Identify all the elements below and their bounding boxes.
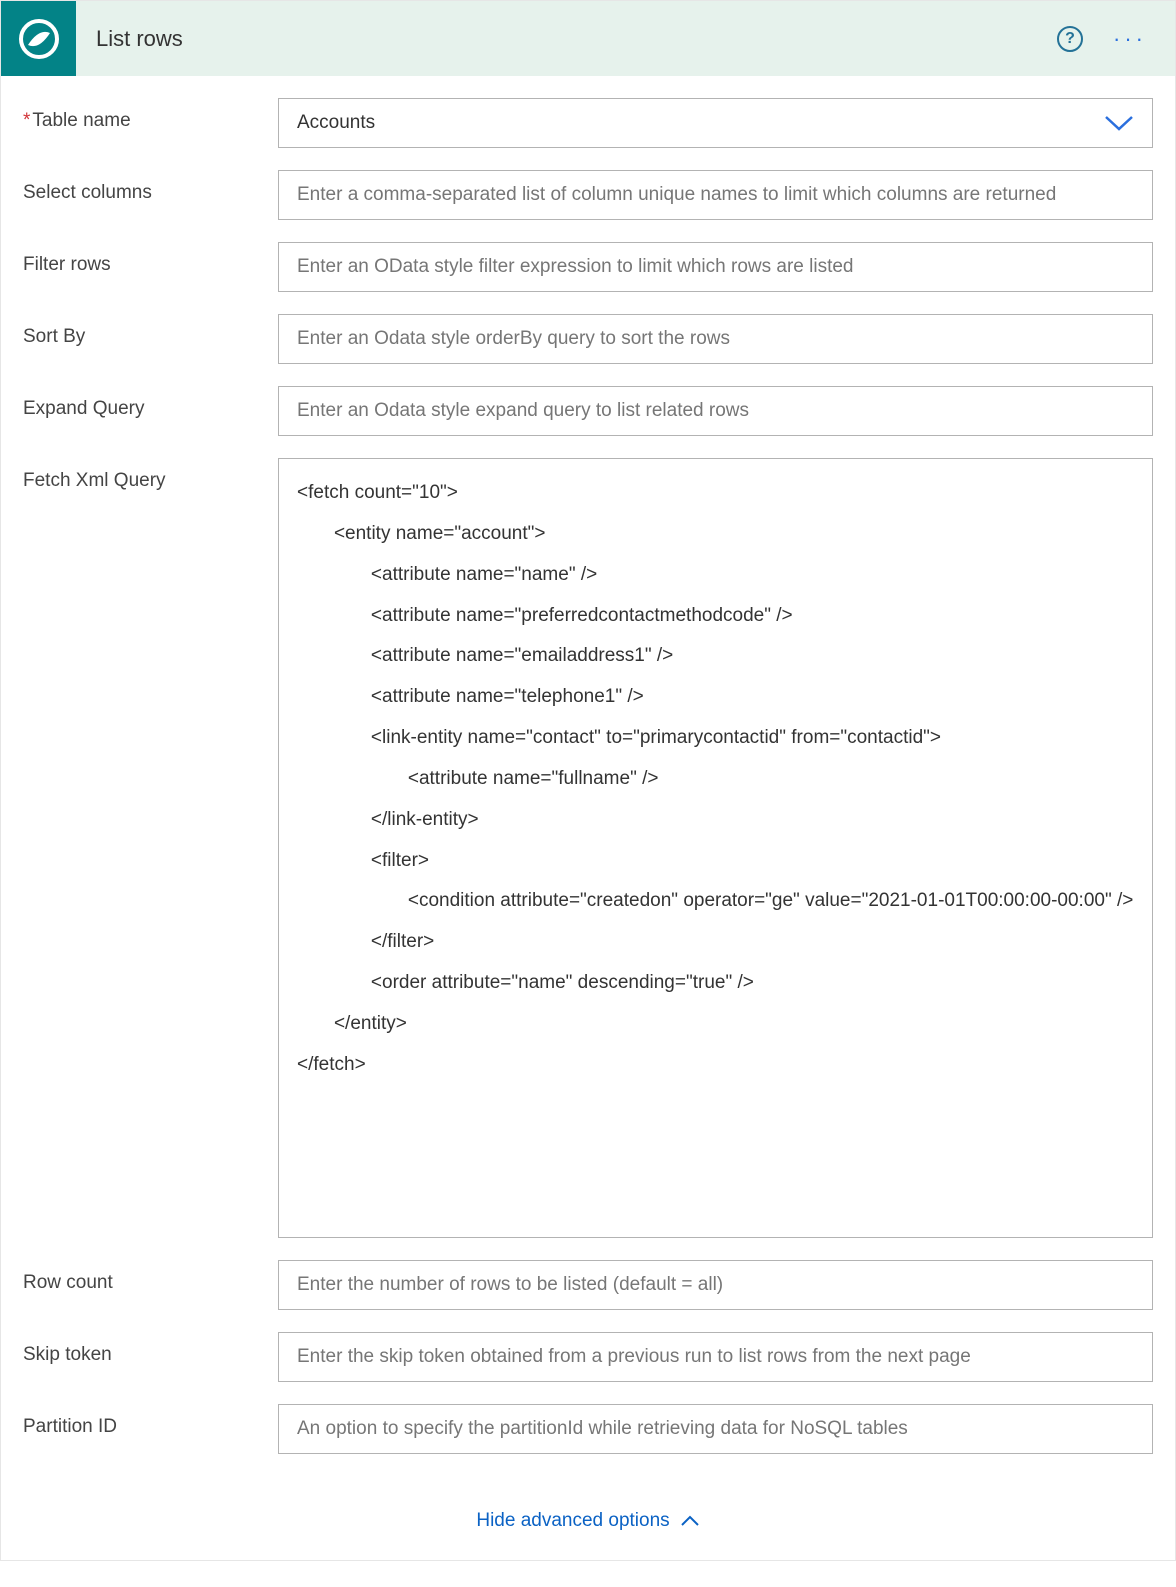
field-row-sort-by: Sort By xyxy=(23,314,1153,364)
dataverse-swirl-icon xyxy=(1,1,76,76)
field-row-fetch-xml: Fetch Xml Query <fetch count="10"> <enti… xyxy=(23,458,1153,1238)
field-row-select-columns: Select columns xyxy=(23,170,1153,220)
label-filter-rows: Filter rows xyxy=(23,242,278,276)
hide-advanced-options-link[interactable]: Hide advanced options xyxy=(476,1510,699,1532)
row-count-input[interactable] xyxy=(278,1260,1153,1310)
table-name-select[interactable]: Accounts xyxy=(278,98,1153,148)
list-rows-card: List rows ? ··· *Table name Accounts Sel… xyxy=(0,0,1176,1561)
expand-query-input[interactable] xyxy=(278,386,1153,436)
card-title: List rows xyxy=(96,26,1057,52)
skip-token-input[interactable] xyxy=(278,1332,1153,1382)
label-expand-query: Expand Query xyxy=(23,386,278,420)
fetch-xml-textarea[interactable]: <fetch count="10"> <entity name="account… xyxy=(278,458,1153,1238)
field-row-skip-token: Skip token xyxy=(23,1332,1153,1382)
table-name-value: Accounts xyxy=(297,112,375,134)
label-row-count: Row count xyxy=(23,1260,278,1294)
chevron-down-icon xyxy=(1104,114,1134,132)
select-columns-input[interactable] xyxy=(278,170,1153,220)
field-row-table-name: *Table name Accounts xyxy=(23,98,1153,148)
chevron-up-icon xyxy=(680,1515,700,1527)
card-footer: Hide advanced options xyxy=(1,1486,1175,1560)
card-body: *Table name Accounts Select columns Filt… xyxy=(1,76,1175,1486)
field-row-row-count: Row count xyxy=(23,1260,1153,1310)
label-partition-id: Partition ID xyxy=(23,1404,278,1438)
sort-by-input[interactable] xyxy=(278,314,1153,364)
label-fetch-xml: Fetch Xml Query xyxy=(23,458,278,492)
header-actions: ? ··· xyxy=(1057,26,1175,52)
label-table-name: *Table name xyxy=(23,98,278,132)
help-icon[interactable]: ? xyxy=(1057,26,1083,52)
label-select-columns: Select columns xyxy=(23,170,278,204)
card-header: List rows ? ··· xyxy=(1,1,1175,76)
advanced-toggle-label: Hide advanced options xyxy=(476,1510,669,1532)
field-row-filter-rows: Filter rows xyxy=(23,242,1153,292)
label-sort-by: Sort By xyxy=(23,314,278,348)
partition-id-input[interactable] xyxy=(278,1404,1153,1454)
field-row-expand-query: Expand Query xyxy=(23,386,1153,436)
field-row-partition-id: Partition ID xyxy=(23,1404,1153,1454)
label-skip-token: Skip token xyxy=(23,1332,278,1366)
filter-rows-input[interactable] xyxy=(278,242,1153,292)
more-menu-icon[interactable]: ··· xyxy=(1113,28,1147,50)
